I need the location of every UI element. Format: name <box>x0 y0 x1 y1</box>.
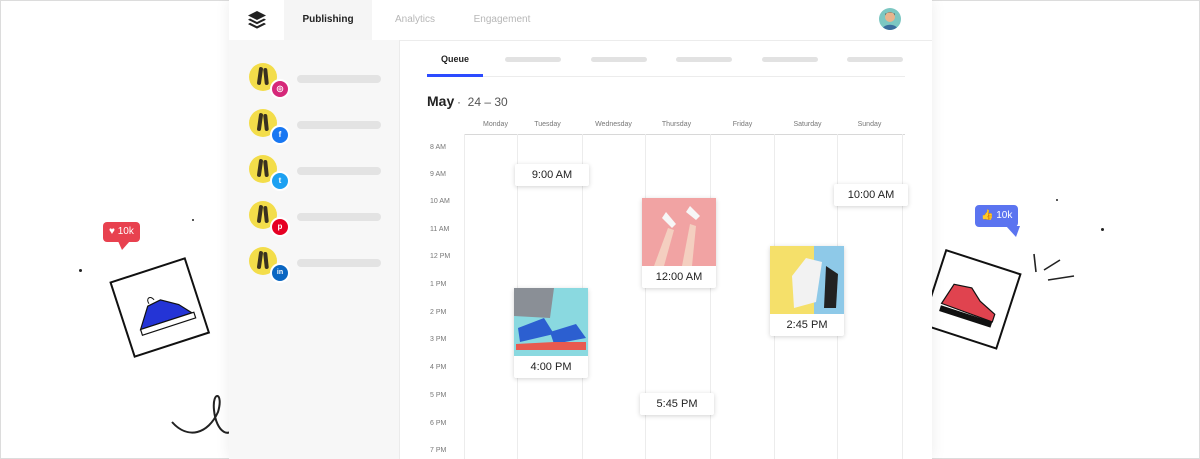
time-label: 10 AM <box>430 198 450 205</box>
date-range: · 24 – 30 <box>457 95 508 109</box>
time-label: 9 AM <box>430 171 446 178</box>
time-label: 12 PM <box>430 253 451 260</box>
pinterest-icon: p <box>270 217 290 237</box>
facebook-icon: f <box>270 125 290 145</box>
scheduled-post-card[interactable]: 5:45 PM <box>640 393 714 415</box>
user-avatar[interactable] <box>879 8 901 30</box>
account-name-placeholder <box>297 167 381 175</box>
likes-count: 10k <box>117 226 134 237</box>
twitter-icon: t <box>270 171 290 191</box>
thumbs-badge: 👍 10k <box>975 205 1019 227</box>
linkedin-icon: in <box>270 263 290 283</box>
top-navigation: Publishing Analytics Engagement <box>229 0 932 41</box>
day-sunday: Sunday <box>857 121 882 128</box>
range-dates: 24 – 30 <box>467 95 508 109</box>
scheduled-post-card[interactable]: 12:00 AM <box>642 198 716 288</box>
account-item-pinterest[interactable]: p <box>249 201 399 237</box>
post-time: 9:00 AM <box>531 169 573 181</box>
scheduled-post-card[interactable]: 10:00 AM <box>834 184 908 206</box>
account-item-facebook[interactable]: f <box>249 109 399 145</box>
tab-analytics[interactable]: Analytics <box>379 0 451 40</box>
grid-column-line <box>902 134 903 459</box>
app-window: Publishing Analytics Engagement ◎ f t p … <box>229 0 932 459</box>
post-image <box>642 198 716 266</box>
tab-placeholder[interactable] <box>676 57 732 62</box>
time-label: 1 PM <box>430 281 447 288</box>
time-label: 5 PM <box>430 392 447 399</box>
post-time: 10:00 AM <box>847 189 895 201</box>
post-time: 12:00 AM <box>655 271 703 283</box>
day-wednesday: Wednesday <box>595 121 632 128</box>
post-time: 4:00 PM <box>530 361 572 373</box>
active-tab-indicator <box>427 74 483 77</box>
day-thursday: Thursday <box>661 121 692 128</box>
decor-dot <box>1101 228 1104 231</box>
sparkle-lines <box>1033 253 1075 281</box>
time-label: 11 AM <box>430 226 450 233</box>
post-image <box>770 246 844 314</box>
instagram-icon: ◎ <box>270 79 290 99</box>
tab-publishing[interactable]: Publishing <box>284 0 372 40</box>
account-item-instagram[interactable]: ◎ <box>249 63 399 99</box>
tab-placeholder[interactable] <box>505 57 561 62</box>
account-name-placeholder <box>297 121 381 129</box>
decor-dot <box>192 219 194 221</box>
time-label: 7 PM <box>430 447 447 454</box>
account-item-linkedin[interactable]: in <box>249 247 399 283</box>
time-label: 6 PM <box>430 420 447 427</box>
account-name-placeholder <box>297 259 381 267</box>
account-name-placeholder <box>297 213 381 221</box>
queue-subtabs: Queue <box>427 40 905 77</box>
post-time: 5:45 PM <box>656 398 698 410</box>
post-time: 2:45 PM <box>786 319 828 331</box>
thumbs-up-icon: 👍 <box>981 210 994 221</box>
tab-placeholder[interactable] <box>762 57 818 62</box>
thumbs-badge-tail <box>1006 226 1020 237</box>
tab-engagement[interactable]: Engagement <box>461 0 543 40</box>
day-friday: Friday <box>732 121 753 128</box>
decor-dot <box>79 269 82 272</box>
heart-icon: ♥ <box>109 226 115 237</box>
day-tuesday: Tuesday <box>534 121 561 128</box>
accounts-sidebar: ◎ f t p in <box>229 40 400 459</box>
likes-badge: ♥ 10k <box>103 222 140 242</box>
weekday-header: Monday Tuesday Wednesday Thursday Friday… <box>464 118 905 135</box>
account-name-placeholder <box>297 75 381 83</box>
tab-queue[interactable]: Queue <box>427 40 483 76</box>
time-label: 2 PM <box>430 309 447 316</box>
scheduled-post-card[interactable]: 2:45 PM <box>770 246 844 336</box>
time-label: 4 PM <box>430 364 447 371</box>
month-label: May <box>427 93 455 109</box>
tab-placeholder[interactable] <box>591 57 647 62</box>
scheduled-post-card[interactable]: 9:00 AM <box>515 164 589 186</box>
decor-dot <box>1056 199 1058 201</box>
time-label: 8 AM <box>430 144 446 151</box>
grid-column-line <box>464 134 465 459</box>
scheduled-post-card[interactable]: 4:00 PM <box>514 288 588 378</box>
thumbs-count: 10k <box>996 210 1013 221</box>
day-saturday: Saturday <box>793 121 822 128</box>
account-item-twitter[interactable]: t <box>249 155 399 191</box>
buffer-logo-icon[interactable] <box>247 10 267 30</box>
post-image <box>514 288 588 356</box>
tab-placeholder[interactable] <box>847 57 903 62</box>
range-separator: · <box>457 95 461 109</box>
time-label: 3 PM <box>430 336 447 343</box>
blue-sneaker-card <box>109 257 211 358</box>
